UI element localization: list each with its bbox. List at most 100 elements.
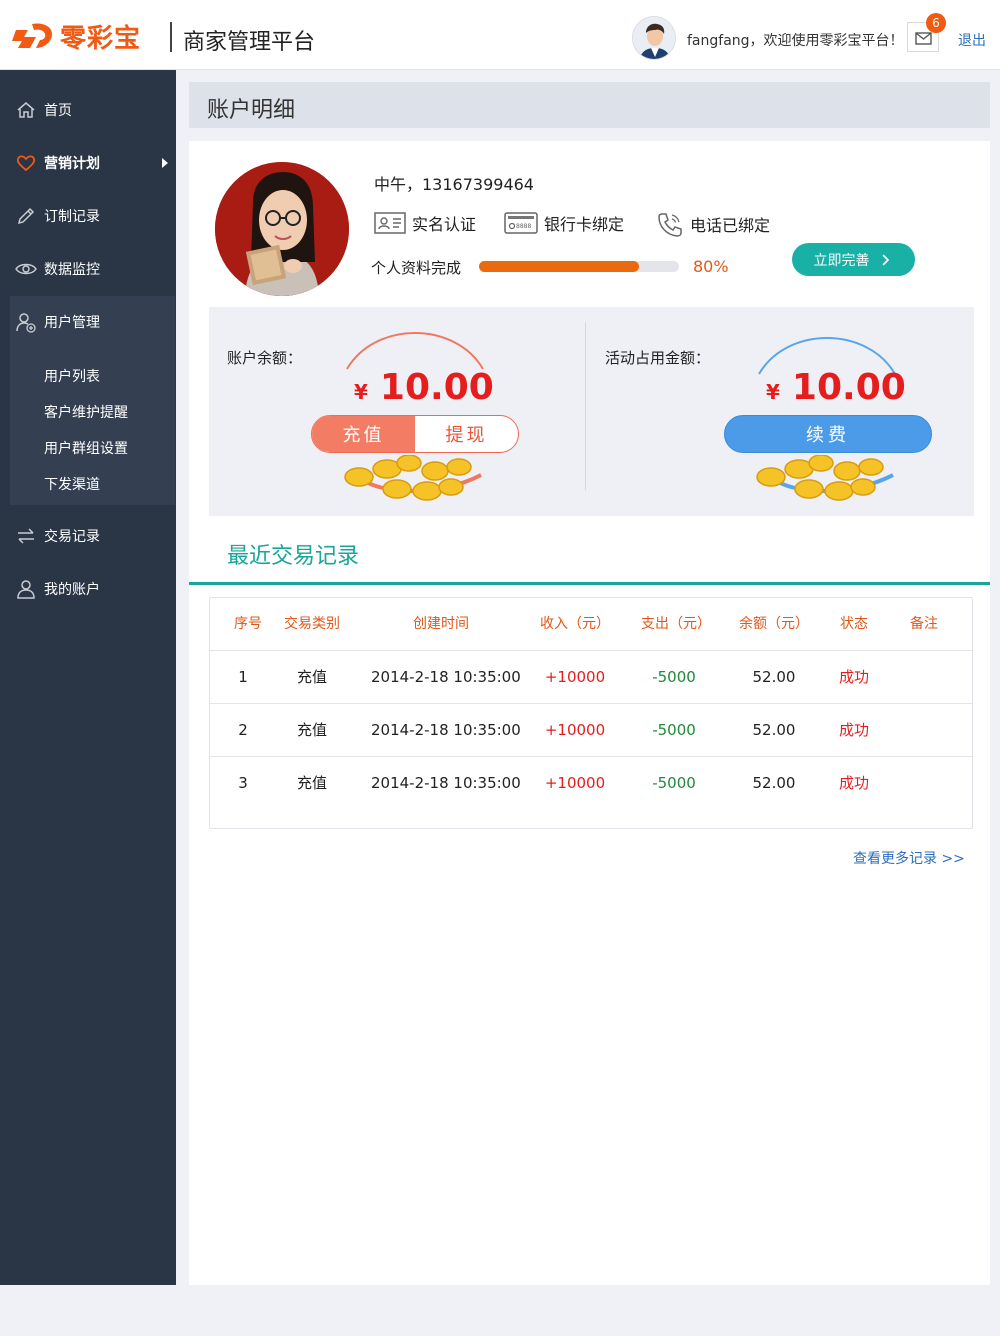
exchange-icon xyxy=(15,525,37,547)
profile-progress-bar xyxy=(479,261,679,272)
verification-label: 电话已绑定 xyxy=(690,216,771,235)
sidebar-subitem-customer-reminder[interactable]: 客户维护提醒 xyxy=(44,402,128,422)
svg-text:8888: 8888 xyxy=(516,223,531,230)
withdraw-button[interactable]: 提现 xyxy=(415,416,518,452)
cell-type: 充值 xyxy=(296,721,327,739)
table-row[interactable]: 2 充值 2014-2-18 10:35:00 +10000 -5000 52.… xyxy=(210,704,972,757)
account-detail-panel: 中午，13167399464 实名认证 8888 银行卡绑定 电话已绑定 个人资… xyxy=(189,141,990,1285)
cell-balance: 52.00 xyxy=(752,774,796,792)
profile-progress-label: 个人资料完成 xyxy=(371,259,462,277)
sidebar-item-label: 我的账户 xyxy=(44,582,100,598)
cell-income: +10000 xyxy=(544,721,606,739)
id-card-icon xyxy=(374,211,406,235)
eye-icon xyxy=(15,258,37,280)
activity-amount-value: 10.00 xyxy=(791,367,906,408)
cell-index: 3 xyxy=(238,774,248,792)
cell-remark xyxy=(899,757,949,809)
top-header: 零彩宝 商家管理平台 fangfang，欢迎使用零彩宝平台！ 6 退出 xyxy=(0,0,1000,70)
sidebar-item-label: 数据监控 xyxy=(44,262,100,278)
balance-box: 账户余额： ¥10.00 充值 提现 活动占用金额： ¥10.00 续费 xyxy=(209,307,974,516)
recharge-withdraw-toggle: 充值 提现 xyxy=(311,415,519,453)
cell-type: 充值 xyxy=(296,668,327,686)
recent-transactions-underline xyxy=(189,582,990,585)
cell-type: 充值 xyxy=(296,774,327,792)
page-title: 账户明细 xyxy=(207,98,296,123)
cell-expense: -5000 xyxy=(652,774,696,792)
heart-icon xyxy=(15,152,37,174)
column-header: 余额（元） xyxy=(739,616,809,632)
sidebar-item-label: 订制记录 xyxy=(44,209,100,225)
recent-transactions-title: 最近交易记录 xyxy=(227,544,360,569)
profile-photo[interactable] xyxy=(215,162,349,296)
sidebar-item-label: 首页 xyxy=(44,103,72,119)
activity-amount: ¥10.00 xyxy=(766,367,906,408)
sidebar: 首页 营销计划 订制记录 数据监控 用户管理 用户列表 客户维护提醒 用户群组设… xyxy=(0,70,176,1285)
cell-index: 2 xyxy=(238,721,248,739)
logout-link[interactable]: 退出 xyxy=(958,30,986,50)
verification-label: 实名认证 xyxy=(412,215,477,234)
table-row[interactable]: 3 充值 2014-2-18 10:35:00 +10000 -5000 52.… xyxy=(210,757,972,810)
sidebar-subitem-user-groups[interactable]: 用户群组设置 xyxy=(44,438,128,458)
cell-remark xyxy=(899,704,949,756)
account-balance-value: 10.00 xyxy=(379,367,494,408)
cell-created-time: 2014-2-18 10:35:00 xyxy=(371,721,521,739)
sidebar-item-marketing[interactable]: 营销计划 xyxy=(0,143,176,183)
cell-status: 成功 xyxy=(838,668,869,686)
cell-created-time: 2014-2-18 10:35:00 xyxy=(371,774,521,792)
user-icon xyxy=(15,578,37,600)
column-header: 序号 xyxy=(234,616,262,632)
sidebar-item-transactions[interactable]: 交易记录 xyxy=(0,516,176,556)
sidebar-item-label: 用户管理 xyxy=(44,315,100,331)
chevron-right-icon xyxy=(881,253,889,266)
column-header: 支出（元） xyxy=(641,616,711,632)
transactions-table: 序号 交易类别 创建时间 收入（元） 支出（元） 余额（元） 状态 备注 1 充… xyxy=(209,597,973,829)
table-row[interactable]: 1 充值 2014-2-18 10:35:00 +10000 -5000 52.… xyxy=(210,651,972,704)
home-icon xyxy=(15,99,37,121)
brand-logo[interactable]: 零彩宝 xyxy=(12,18,141,55)
sidebar-item-my-account[interactable]: 我的账户 xyxy=(0,569,176,609)
logo-separator xyxy=(170,22,172,52)
sidebar-subitem-user-list[interactable]: 用户列表 xyxy=(44,366,100,386)
sidebar-item-orders[interactable]: 订制记录 xyxy=(0,196,176,236)
cell-expense: -5000 xyxy=(652,721,696,739)
cell-status: 成功 xyxy=(838,721,869,739)
sidebar-item-home[interactable]: 首页 xyxy=(0,90,176,130)
header-avatar[interactable] xyxy=(632,16,676,60)
sidebar-item-monitor[interactable]: 数据监控 xyxy=(0,249,176,289)
brand-name: 零彩宝 xyxy=(60,24,142,54)
cell-balance: 52.00 xyxy=(752,668,796,686)
mail-count-badge: 6 xyxy=(926,13,946,33)
renew-button[interactable]: 续费 xyxy=(724,415,932,453)
sidebar-item-label: 交易记录 xyxy=(44,529,100,545)
complete-profile-label: 立即完善 xyxy=(813,252,870,269)
view-more-records-link[interactable]: 查看更多记录 >> xyxy=(853,848,965,868)
cell-status: 成功 xyxy=(838,774,869,792)
column-header: 备注 xyxy=(910,616,938,632)
caret-right-icon xyxy=(162,158,168,168)
balance-arc-decoration xyxy=(346,332,484,370)
sidebar-subitem-channels[interactable]: 下发渠道 xyxy=(44,474,100,494)
coins-icon xyxy=(344,455,482,501)
recharge-button[interactable]: 充值 xyxy=(312,416,415,452)
user-add-icon xyxy=(15,311,37,333)
balance-divider xyxy=(585,322,586,490)
profile-progress-percent: 80% xyxy=(693,257,729,276)
phone-icon xyxy=(656,211,684,237)
complete-profile-button[interactable]: 立即完善 xyxy=(792,243,915,276)
phone-verification[interactable]: 电话已绑定 xyxy=(656,211,770,237)
table-header-row: 序号 交易类别 创建时间 收入（元） 支出（元） 余额（元） 状态 备注 xyxy=(210,598,972,651)
sidebar-item-label: 营销计划 xyxy=(44,156,100,172)
cell-balance: 52.00 xyxy=(752,721,796,739)
cell-income: +10000 xyxy=(544,668,606,686)
welcome-message: fangfang，欢迎使用零彩宝平台！ xyxy=(687,33,904,49)
bankcard-verification[interactable]: 8888 银行卡绑定 xyxy=(504,211,624,235)
account-balance-amount: ¥10.00 xyxy=(354,367,494,408)
realname-verification[interactable]: 实名认证 xyxy=(374,211,476,235)
currency-symbol: ¥ xyxy=(766,380,780,404)
platform-title: 商家管理平台 xyxy=(183,30,316,55)
sidebar-item-users[interactable]: 用户管理 xyxy=(0,302,176,342)
column-header: 状态 xyxy=(840,616,868,632)
profile-progress-fill xyxy=(479,261,639,272)
logo-mark-icon xyxy=(12,20,54,54)
currency-symbol: ¥ xyxy=(354,380,368,404)
